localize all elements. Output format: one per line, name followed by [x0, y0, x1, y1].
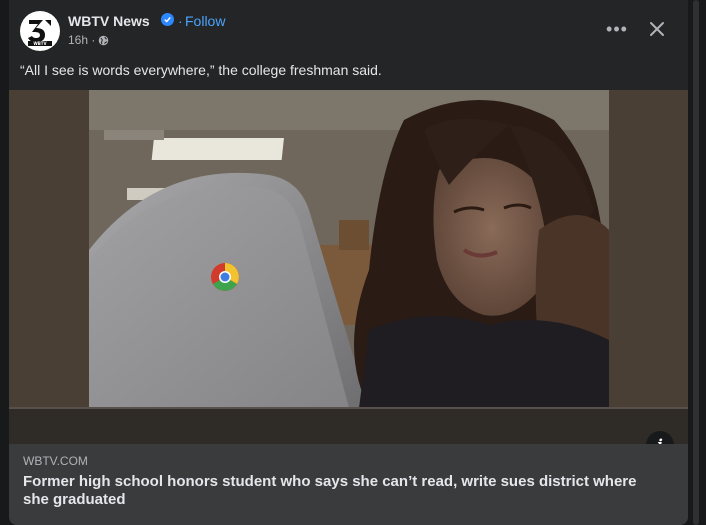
photo-student-with-laptop	[9, 90, 688, 444]
page-name[interactable]: WBTV News	[68, 13, 150, 29]
verified-badge-icon	[161, 13, 174, 26]
post-photo[interactable]	[9, 90, 688, 444]
link-domain: WBTV.COM	[23, 454, 88, 468]
link-preview[interactable]: WBTV.COM Former high school honors stude…	[9, 444, 688, 525]
post-meta: 16h ·	[68, 33, 109, 47]
globe-icon	[99, 35, 109, 45]
link-headline[interactable]: Former high school honors student who sa…	[23, 473, 653, 509]
post-caption: “All I see is words everywhere,” the col…	[20, 62, 382, 78]
post-header: WBTV WBTV News · Follow 16h · •••	[20, 11, 677, 53]
wbtv-logo-icon: WBTV	[23, 14, 57, 48]
meta-separator: ·	[88, 33, 96, 47]
close-icon[interactable]	[643, 15, 671, 43]
scrollbar[interactable]	[693, 0, 699, 525]
post-timestamp[interactable]: 16h	[68, 33, 88, 47]
more-options-icon[interactable]: •••	[605, 17, 629, 41]
separator-dot: ·	[178, 13, 183, 29]
svg-text:WBTV: WBTV	[33, 41, 47, 46]
follow-button[interactable]: Follow	[185, 13, 225, 29]
page-avatar[interactable]: WBTV	[20, 11, 60, 51]
news-feed-post: WBTV WBTV News · Follow 16h · ••• “All I…	[9, 0, 688, 525]
